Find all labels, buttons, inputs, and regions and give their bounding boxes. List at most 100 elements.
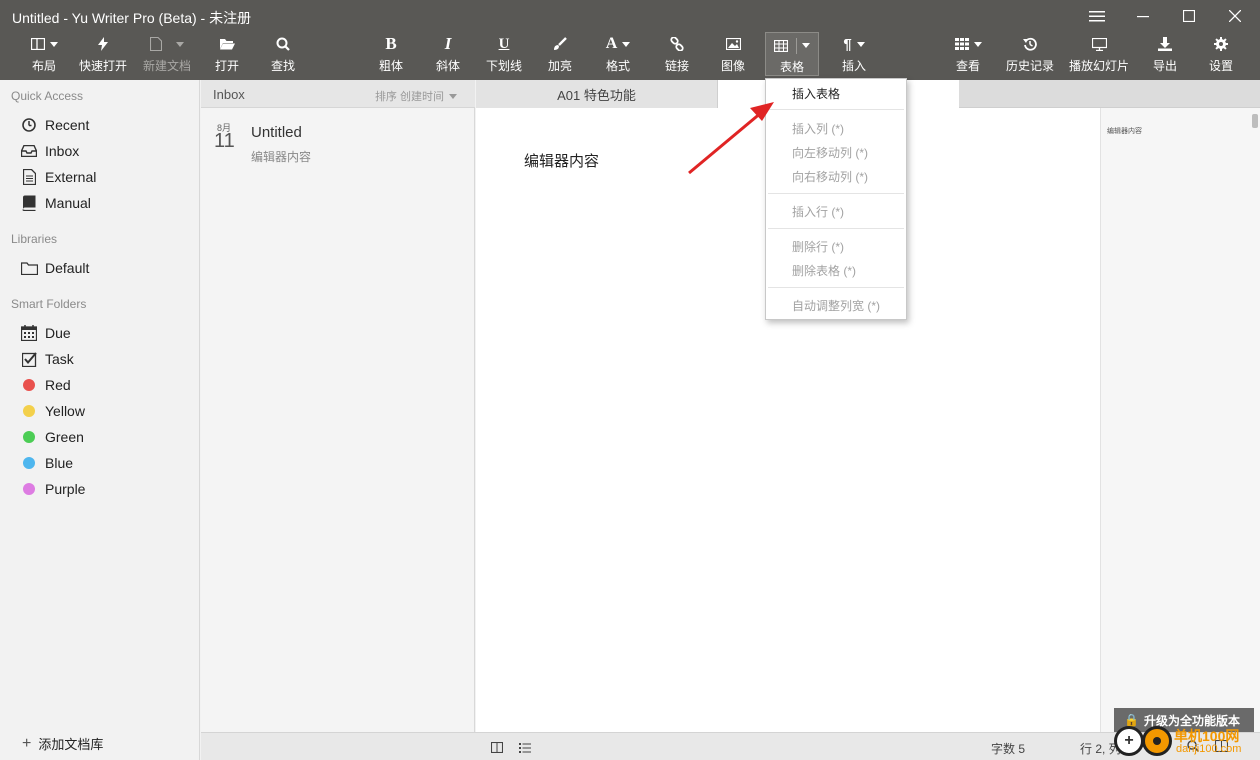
folder-open-icon xyxy=(219,39,235,50)
minimap[interactable]: 编辑器内容 xyxy=(1100,108,1260,732)
table-button[interactable]: 表格 xyxy=(765,32,819,76)
sidebar-item-recent[interactable]: Recent xyxy=(20,114,89,136)
maximize-icon[interactable] xyxy=(1166,4,1212,28)
menu-separator xyxy=(768,228,904,229)
doc-title: Untitled xyxy=(251,124,302,141)
checkbox-icon xyxy=(21,351,37,367)
font-icon: A xyxy=(605,35,618,52)
menu-item-delete-table[interactable]: 删除表格 (*) xyxy=(766,259,906,281)
yellow-dot-icon xyxy=(23,405,35,417)
table-icon xyxy=(774,39,788,52)
pilcrow-icon: ¶ xyxy=(843,35,852,53)
menu-separator xyxy=(768,193,904,194)
highlight-button[interactable]: 加亮 xyxy=(543,34,577,76)
layout-icon xyxy=(30,38,45,50)
status-bar: 字数 5 行 2, 列 xyxy=(201,732,1260,760)
folder-icon xyxy=(20,261,38,275)
annotation-arrow xyxy=(688,102,774,175)
format-button[interactable]: A 格式 xyxy=(598,34,638,76)
menu-item-insert-row[interactable]: 插入行 (*) xyxy=(766,200,906,222)
document-list: Inbox 排序 创建时间 8月 11 Untitled 编辑器内容 xyxy=(201,80,475,732)
add-library-button[interactable]: + 添加文档库 xyxy=(22,734,103,753)
word-count: 字数 5 xyxy=(991,742,1026,756)
chevron-down-icon xyxy=(449,93,457,99)
folder-name: Inbox xyxy=(213,87,245,102)
inbox-icon xyxy=(21,145,37,157)
new-doc-button[interactable]: 新建文档 xyxy=(140,34,194,76)
gear-icon xyxy=(1214,37,1228,51)
title-bar: Untitled - Yu Writer Pro (Beta) - 未注册 xyxy=(0,0,1260,32)
close-icon[interactable] xyxy=(1212,4,1258,28)
sidebar-item-due[interactable]: Due xyxy=(20,322,71,344)
sidebar-item-default[interactable]: Default xyxy=(20,257,89,279)
minimap-text: 编辑器内容 xyxy=(1107,128,1142,135)
monitor-icon xyxy=(1091,37,1107,51)
top-bar: Untitled - Yu Writer Pro (Beta) - 未注册 布局… xyxy=(0,0,1260,80)
doc-day: 11 xyxy=(214,130,235,152)
sort-dropdown[interactable]: 排序 创建时间 xyxy=(375,88,457,104)
editor-content[interactable]: 编辑器内容 xyxy=(524,150,599,171)
settings-button[interactable]: 设置 xyxy=(1204,34,1238,76)
link-button[interactable]: 链接 xyxy=(660,34,694,76)
menu-item-autofit-columns[interactable]: 自动调整列宽 (*) xyxy=(766,294,906,316)
menu-item-delete-row[interactable]: 删除行 (*) xyxy=(766,235,906,257)
italic-button[interactable]: I 斜体 xyxy=(431,34,465,76)
split-view-icon[interactable] xyxy=(490,741,504,756)
underline-button[interactable]: U 下划线 xyxy=(484,34,524,76)
slideshow-button[interactable]: 播放幻灯片 xyxy=(1067,34,1131,76)
sidebar-item-red[interactable]: Red xyxy=(20,374,71,396)
sidebar-item-purple[interactable]: Purple xyxy=(20,478,85,500)
sidebar-item-external[interactable]: External xyxy=(20,166,96,188)
book-icon xyxy=(22,195,36,211)
image-button[interactable]: 图像 xyxy=(716,34,750,76)
window-title: Untitled - Yu Writer Pro (Beta) - 未注册 xyxy=(12,10,252,26)
plus-icon: + xyxy=(22,734,32,752)
sidebar-item-yellow[interactable]: Yellow xyxy=(20,400,85,422)
lightning-icon xyxy=(98,37,108,51)
red-dot-icon xyxy=(23,379,35,391)
sidebar-item-inbox[interactable]: Inbox xyxy=(20,140,79,162)
bold-button[interactable]: B 粗体 xyxy=(374,34,408,76)
history-button[interactable]: 历史记录 xyxy=(1003,34,1057,76)
export-button[interactable]: 导出 xyxy=(1148,34,1182,76)
sidebar-item-manual[interactable]: Manual xyxy=(20,192,91,214)
document-list-header: Inbox 排序 创建时间 xyxy=(201,80,475,108)
sidebar-item-blue[interactable]: Blue xyxy=(20,452,73,474)
download-icon xyxy=(1158,37,1172,51)
layout-button[interactable]: 布局 xyxy=(24,34,64,76)
minimize-icon[interactable] xyxy=(1120,4,1166,28)
bold-icon: B xyxy=(385,34,397,53)
insert-button[interactable]: ¶ 插入 xyxy=(836,34,872,76)
toolbar: 布局 快速打开 新建文档 打开 查找 B 粗体 I 斜体 U 下划线 加亮 A … xyxy=(0,32,1260,80)
purple-dot-icon xyxy=(23,483,35,495)
doc-snippet: 编辑器内容 xyxy=(251,150,312,164)
menu-separator xyxy=(768,287,904,288)
libraries-heading: Libraries xyxy=(11,232,58,246)
orange-circle-icon xyxy=(1142,726,1172,756)
sidebar-item-green[interactable]: Green xyxy=(20,426,84,448)
image-icon xyxy=(725,38,741,50)
view-button[interactable]: 查看 xyxy=(950,34,986,76)
grid-icon xyxy=(954,38,969,50)
italic-icon: I xyxy=(444,34,452,53)
list-view-icon[interactable] xyxy=(519,741,531,756)
calendar-icon xyxy=(21,325,37,341)
sidebar: Quick Access Recent Inbox External Manua… xyxy=(0,80,200,760)
watermark-logo: + 单机100网 danji100.com xyxy=(1114,726,1260,760)
search-icon xyxy=(276,37,290,51)
find-button[interactable]: 查找 xyxy=(266,34,300,76)
quick-open-button[interactable]: 快速打开 xyxy=(76,34,130,76)
sidebar-item-task[interactable]: Task xyxy=(20,348,74,370)
brush-icon xyxy=(554,37,567,50)
history-icon xyxy=(1023,37,1037,51)
document-icon xyxy=(150,37,162,51)
scrollbar-thumb[interactable] xyxy=(1252,114,1258,128)
hamburger-menu-icon[interactable] xyxy=(1074,4,1120,28)
clock-icon xyxy=(22,118,36,132)
list-item[interactable]: 8月 11 Untitled 编辑器内容 xyxy=(201,110,474,172)
underline-icon: U xyxy=(498,35,510,52)
file-text-icon xyxy=(22,169,36,185)
quick-access-heading: Quick Access xyxy=(11,89,84,103)
plus-circle-icon: + xyxy=(1114,726,1144,756)
open-button[interactable]: 打开 xyxy=(210,34,244,76)
